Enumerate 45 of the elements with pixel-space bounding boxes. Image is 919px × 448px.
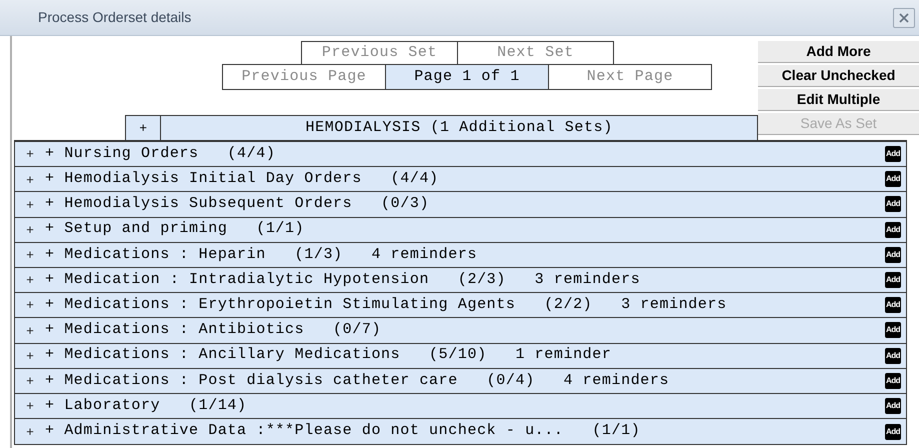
section-label: + Administrative Data :***Please do not uncheck - u... (1/1) (45, 421, 642, 442)
window-title: Process Orderset details (38, 8, 192, 27)
expand-button[interactable]: + (15, 295, 45, 315)
close-button[interactable] (893, 8, 915, 28)
section-label: + Setup and priming (1/1) (45, 219, 306, 240)
expand-button[interactable]: + (15, 194, 45, 214)
add-button[interactable]: Add (884, 348, 901, 364)
expand-button[interactable]: + (15, 371, 45, 391)
expand-button[interactable]: + (15, 346, 45, 366)
close-icon (899, 12, 909, 22)
expand-button[interactable]: + (15, 144, 45, 164)
section-label: + Nursing Orders (4/4) (45, 144, 276, 164)
add-button[interactable]: Add (884, 322, 901, 338)
expand-button[interactable]: + (15, 320, 45, 340)
expand-button[interactable]: + (15, 245, 45, 265)
section-label: + Laboratory (1/14) (45, 396, 248, 416)
section-label: + Medications : Erythropoietin Stimulating Agents (2/2) 3 reminders (45, 294, 728, 315)
add-button[interactable]: Add (884, 372, 901, 389)
add-button[interactable]: Add (884, 222, 901, 238)
action-button[interactable]: Edit Multiple (758, 89, 919, 111)
group-header: HEMODIALYSIS (1 Additional Sets) (160, 115, 758, 140)
add-button[interactable]: Add (884, 424, 901, 440)
section-label: + Medications : Antibiotics (0/7) (45, 320, 382, 340)
expand-button[interactable]: + (15, 170, 45, 190)
section-label: + Medications : Heparin (1/3) 4 reminders (45, 244, 478, 265)
add-button[interactable]: Add (884, 196, 901, 212)
expand-button[interactable]: + (15, 220, 45, 240)
add-button[interactable]: Add (884, 272, 901, 288)
section-label: + Hemodialysis Subsequent Orders (0/3) (45, 194, 430, 214)
section-label: + Medications : Post dialysis catheter care (0/4) 4 reminders (45, 370, 670, 391)
add-button[interactable]: Add (884, 146, 901, 162)
section-label: + Medications : Ancillary Medications (5/10) 1 reminder (45, 345, 612, 366)
expand-button[interactable]: + (15, 396, 45, 416)
expand-button[interactable]: + (15, 422, 45, 442)
action-button[interactable]: Add More (758, 41, 919, 63)
add-button[interactable]: Add (884, 171, 901, 188)
section-label: + Hemodialysis Initial Day Orders (4/4) (45, 169, 440, 190)
add-button[interactable]: Add (884, 398, 901, 414)
add-button[interactable]: Add (884, 297, 901, 314)
expand-button[interactable]: + (15, 270, 45, 290)
action-button[interactable]: Clear Unchecked (758, 65, 919, 87)
add-button[interactable]: Add (884, 246, 901, 263)
section-label: + Medication : Intradialytic Hypotension (2/3) 3 reminders (45, 270, 642, 290)
page-indicator: Page 1 of 1 (385, 64, 549, 90)
expand-button[interactable]: + (125, 115, 162, 140)
